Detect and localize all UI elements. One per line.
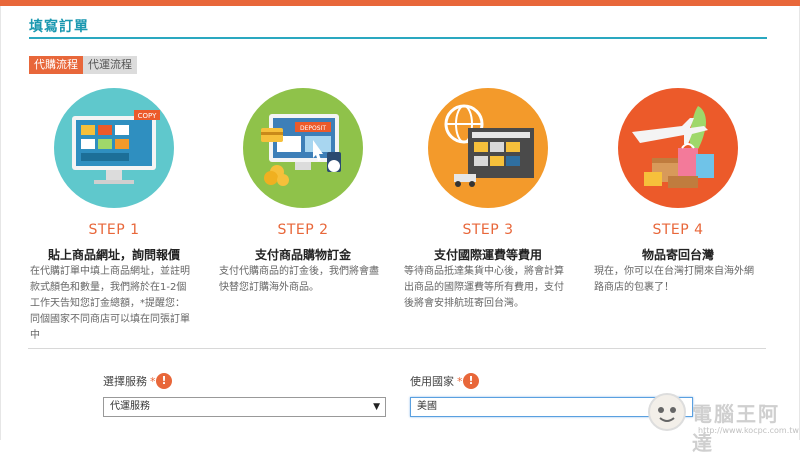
tab-purchase-process[interactable]: 代購流程: [29, 56, 83, 74]
step-4-number: STEP 4: [652, 222, 704, 238]
service-label: 選擇服務 *: [103, 373, 156, 389]
step-1: COPY STEP 1 貼上商品網址，詢問報價: [34, 88, 194, 263]
service-warning-icon[interactable]: !: [156, 373, 172, 389]
step-2-number: STEP 2: [277, 222, 329, 238]
country-warning-icon[interactable]: !: [463, 373, 479, 389]
step-4-description: 現在，你可以在台灣打開來自海外網路商店的包裹了！: [594, 266, 754, 293]
step-3-description: 等待商品抵達集貨中心後，將會計算出商品的國際運費等所有費用，支付後將會安排航班寄…: [404, 266, 564, 309]
watermark: 電腦王阿達 http://www.kocpc.com.tw: [648, 393, 800, 455]
airplane-parcel-icon: [618, 88, 738, 208]
required-mark: *: [457, 375, 463, 388]
step-3: STEP 3 支付國際運費等費用: [408, 88, 568, 263]
chevron-down-icon: ▼: [373, 402, 380, 412]
step-3-title: 支付國際運費等費用: [433, 248, 542, 262]
svg-text:DEPOSIT: DEPOSIT: [300, 125, 326, 132]
step-2-description: 支付代購商品的訂金後，我們將會盡快替您訂購海外商品。: [219, 266, 379, 293]
country-select-value: 美國: [417, 401, 437, 412]
step-2: DEPOSIT STEP 2 支付商品購物訂金: [223, 88, 383, 263]
step-4: STEP 4 物品寄回台灣: [598, 88, 758, 263]
monitor-shop-icon: COPY: [54, 88, 174, 208]
service-select-value: 代運服務: [110, 401, 150, 412]
step-2-title: 支付商品購物訂金: [254, 248, 351, 262]
page-title: 填寫訂單: [29, 19, 89, 35]
step-3-number: STEP 3: [462, 222, 514, 238]
step-4-title: 物品寄回台灣: [641, 248, 714, 262]
country-label: 使用國家 *: [410, 373, 463, 389]
step-1-description: 在代購訂單中填上商品網址，並註明款式顏色和數量，我們將於在1-2個工作天告知您訂…: [30, 266, 190, 341]
process-tabs: 代購流程 代運流程: [29, 56, 137, 74]
title-underline: [29, 37, 767, 39]
service-label-text: 選擇服務: [103, 375, 147, 388]
service-select[interactable]: 代運服務 ▼: [103, 397, 386, 417]
svg-text:COPY: COPY: [138, 112, 157, 120]
watermark-url: http://www.kocpc.com.tw: [698, 426, 799, 435]
country-label-text: 使用國家: [410, 375, 454, 388]
deposit-payment-icon: DEPOSIT: [243, 88, 363, 208]
required-mark: *: [150, 375, 156, 388]
warehouse-shipping-icon: [428, 88, 548, 208]
mascot-face-icon: [648, 393, 686, 431]
step-1-title: 貼上商品網址，詢問報價: [47, 248, 180, 262]
step-1-number: STEP 1: [88, 222, 140, 238]
tab-shipping-process[interactable]: 代運流程: [83, 56, 137, 74]
section-divider: [28, 348, 766, 349]
